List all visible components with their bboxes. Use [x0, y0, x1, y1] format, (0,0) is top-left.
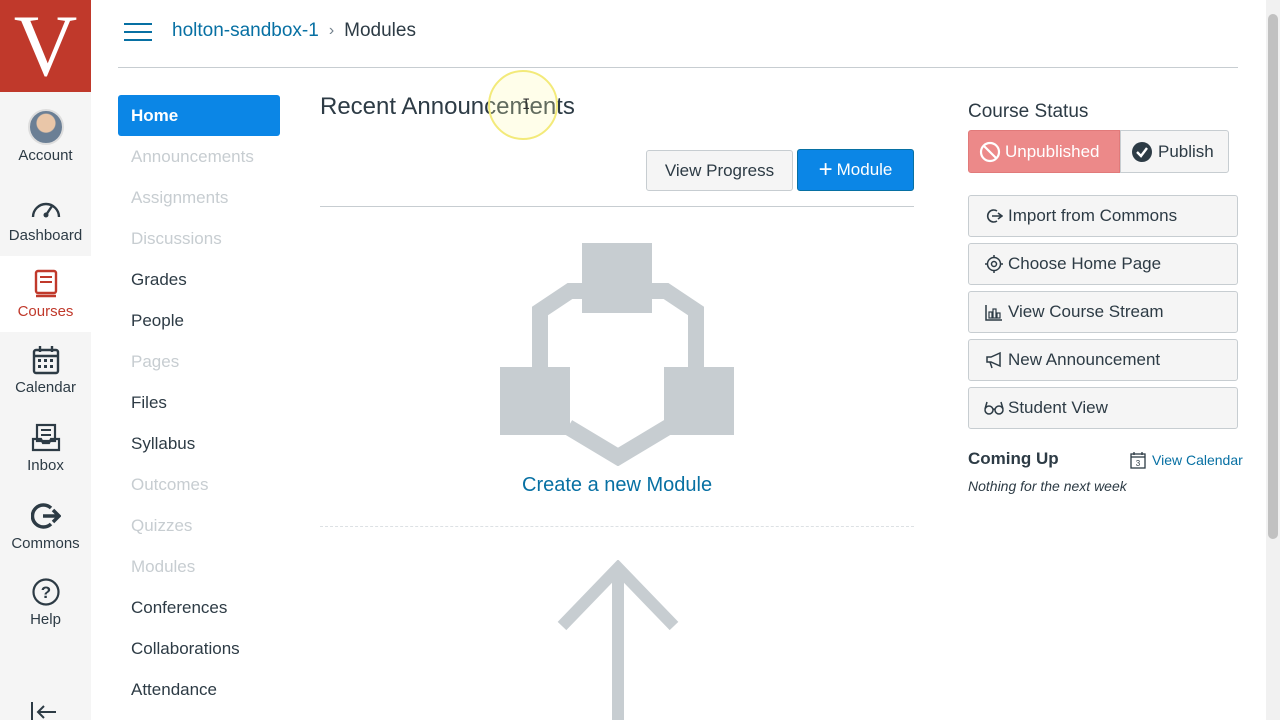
- global-nav-account[interactable]: Account: [0, 98, 91, 174]
- import-from-commons-button[interactable]: Import from Commons: [968, 195, 1238, 237]
- global-nav-courses[interactable]: Courses: [0, 256, 91, 332]
- course-nav-item-pages[interactable]: Pages: [118, 341, 280, 382]
- global-nav-inbox-label: Inbox: [27, 457, 64, 474]
- megaphone-icon: [984, 350, 1004, 370]
- breadcrumb: holton-sandbox-1 › Modules: [172, 20, 416, 42]
- hamburger-menu-icon[interactable]: [124, 23, 152, 43]
- global-nav-courses-label: Courses: [17, 303, 74, 320]
- commons-icon: [984, 206, 1004, 226]
- view-course-stream-button[interactable]: View Course Stream: [968, 291, 1238, 333]
- new-announcement-button[interactable]: New Announcement: [968, 339, 1238, 381]
- breadcrumb-current: Modules: [344, 20, 416, 41]
- view-calendar-label: View Calendar: [1152, 452, 1243, 468]
- course-nav-item-modules[interactable]: Modules: [118, 546, 280, 587]
- global-nav-calendar[interactable]: Calendar: [0, 332, 91, 408]
- course-nav-item-outcomes[interactable]: Outcomes: [118, 464, 280, 505]
- global-nav-calendar-label: Calendar: [15, 379, 76, 396]
- import-from-commons-label: Import from Commons: [1008, 206, 1178, 225]
- choose-home-page-button[interactable]: Choose Home Page: [968, 243, 1238, 285]
- view-course-stream-label: View Course Stream: [1008, 302, 1164, 321]
- global-nav-inbox[interactable]: Inbox: [0, 410, 91, 486]
- global-nav-dashboard[interactable]: Dashboard: [0, 180, 91, 256]
- global-nav-help[interactable]: ? Help: [0, 564, 91, 640]
- global-nav-commons-label: Commons: [11, 535, 80, 552]
- publish-label: Publish: [1158, 141, 1214, 161]
- calendar-small-icon: 3: [1130, 452, 1146, 469]
- calendar-icon: [30, 344, 62, 376]
- collapse-nav-icon[interactable]: [30, 702, 58, 725]
- student-view-label: Student View: [1008, 398, 1108, 417]
- text-cursor-icon: I: [522, 97, 531, 113]
- global-nav-help-label: Help: [30, 611, 61, 628]
- help-icon: ?: [30, 576, 62, 608]
- check-circle-icon: [1132, 141, 1152, 162]
- institution-logo[interactable]: V: [0, 0, 91, 92]
- global-nav-commons[interactable]: Commons: [0, 488, 91, 564]
- course-nav-item-quizzes[interactable]: Quizzes: [118, 505, 280, 546]
- course-nav-item-discussions[interactable]: Discussions: [118, 218, 280, 259]
- view-calendar-link[interactable]: 3 View Calendar: [1130, 451, 1243, 469]
- breadcrumb-separator: ›: [328, 22, 335, 39]
- stream-icon: [984, 302, 1004, 322]
- main-divider: [320, 206, 914, 207]
- create-module-link[interactable]: Create a new Module: [522, 474, 712, 497]
- course-nav-item-assignments[interactable]: Assignments: [118, 177, 280, 218]
- course-nav-item-grades[interactable]: Grades: [118, 259, 280, 300]
- course-nav-item-conferences[interactable]: Conferences: [118, 587, 280, 628]
- header-divider: [118, 67, 1238, 68]
- choose-home-page-label: Choose Home Page: [1008, 254, 1162, 273]
- module-illustration-icon: [498, 241, 738, 471]
- course-nav-item-people[interactable]: People: [118, 300, 280, 341]
- view-progress-label: View Progress: [664, 160, 775, 180]
- global-nav-dashboard-label: Dashboard: [8, 227, 83, 244]
- svg-text:?: ?: [40, 583, 50, 602]
- course-nav-item-home[interactable]: Home: [118, 95, 280, 136]
- dashed-divider: [320, 526, 914, 527]
- unpublished-button[interactable]: Unpublished: [968, 130, 1120, 173]
- courses-icon: [30, 268, 62, 300]
- calendar-day: 3: [1136, 459, 1141, 468]
- student-view-button[interactable]: Student View: [968, 387, 1238, 429]
- glasses-icon: [984, 398, 1004, 418]
- inbox-icon: [30, 422, 62, 454]
- global-nav: V Account Dashboard Courses Calendar Inb…: [0, 0, 91, 720]
- unpublished-label: Unpublished: [1005, 141, 1100, 161]
- target-icon: [984, 254, 1004, 274]
- commons-icon: [30, 500, 62, 532]
- dashboard-icon: [30, 192, 62, 224]
- page-scrollbar[interactable]: [1266, 0, 1280, 720]
- logo-letter: V: [13, 0, 78, 95]
- scrollbar-thumb[interactable]: [1268, 14, 1278, 539]
- view-progress-button[interactable]: View Progress: [646, 150, 793, 191]
- global-nav-account-label: Account: [18, 146, 73, 164]
- course-nav-item-collaborations[interactable]: Collaborations: [118, 628, 280, 669]
- new-announcement-label: New Announcement: [1008, 350, 1161, 369]
- course-nav-item-announcements[interactable]: Announcements: [118, 136, 280, 177]
- course-status-title: Course Status: [968, 101, 1089, 122]
- unpublished-icon: [979, 141, 1001, 162]
- publish-button[interactable]: Publish: [1120, 130, 1229, 173]
- course-nav-item-files[interactable]: Files: [118, 382, 280, 423]
- add-module-button[interactable]: + Module: [797, 149, 914, 191]
- add-module-label: Module: [836, 160, 893, 179]
- plus-icon: +: [818, 156, 833, 183]
- course-nav-item-attendance[interactable]: Attendance: [118, 669, 280, 710]
- coming-up-title: Coming Up: [968, 449, 1059, 468]
- coming-up-empty-text: Nothing for the next week: [968, 478, 1127, 494]
- breadcrumb-course-link[interactable]: holton-sandbox-1: [172, 20, 319, 42]
- arrow-up-illustration-icon: [556, 559, 680, 725]
- course-nav-item-syllabus[interactable]: Syllabus: [118, 423, 280, 464]
- course-nav: Home Announcements Assignments Discussions G…: [118, 95, 280, 710]
- avatar: [27, 108, 64, 145]
